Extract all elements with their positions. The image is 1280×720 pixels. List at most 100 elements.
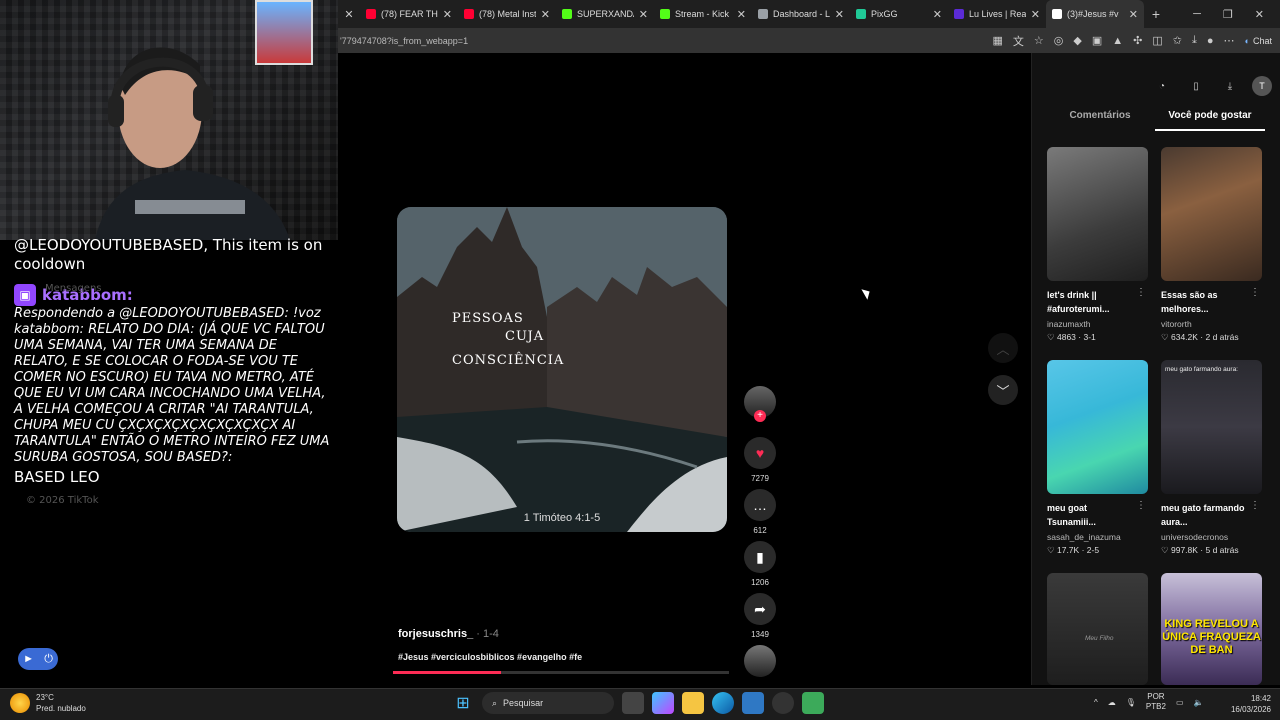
tab-close-icon[interactable]: ✕ [835,8,844,21]
card-author[interactable]: sasah_de_inazuma [1047,532,1148,542]
card-author[interactable]: universodecronos [1161,532,1262,542]
recommended-card[interactable]: meu goat Tsunamiii... ⋮ sasah_de_inazuma… [1047,360,1148,556]
obs-app-icon[interactable] [772,692,794,714]
browser-tab[interactable]: Stream - Kick Da ✕ [654,0,752,28]
previous-video-button[interactable]: ︿ [988,333,1018,363]
card-title[interactable]: meu gato farmando aura... [1161,501,1247,529]
comment-icon[interactable]: … [744,489,776,521]
user-avatar[interactable]: T [1252,76,1272,96]
tab-comments[interactable]: Comentários [1045,110,1155,131]
shield-icon[interactable]: ◆ [1073,34,1081,47]
extension-icon[interactable]: ▲ [1112,35,1123,47]
tab-close-icon[interactable]: ✕ [1031,8,1040,21]
weather-widget[interactable]: 23°C Pred. nublado [10,692,86,714]
microphone-icon[interactable]: 🎙 [1126,698,1136,707]
overlay-toggle-button[interactable]: ► ⏻ [18,648,58,670]
recommended-card[interactable]: Essas são as melhores... ⋮ vitororth ♡ 6… [1161,147,1262,343]
bookmark-icon[interactable]: ▮ [744,541,776,573]
creator-avatar-button[interactable]: + [744,386,776,422]
tab-close-icon[interactable]: ✕ [338,8,360,21]
recommended-card[interactable]: KING REVELOU A ÚNICA FRAQUEZA DE BAN [1161,573,1262,685]
browser-tab[interactable]: Lu Lives | React ✕ [948,0,1046,28]
card-title[interactable]: let's drink || #afuroterumi... [1047,288,1133,316]
download-icon[interactable]: ⤓ [1192,34,1197,47]
copilot-chat-button[interactable]: ◐ Chat [1245,36,1272,46]
close-window-icon[interactable]: ✕ [1255,8,1264,21]
extension-icon[interactable]: ◎ [1054,34,1064,47]
favorite-star-icon[interactable]: ☆ [1034,34,1044,47]
heart-icon[interactable]: ♥ [744,437,776,469]
video-progress-bar[interactable] [393,671,729,674]
more-options-icon[interactable]: ⋮ [1136,287,1146,298]
author-name[interactable]: forjesuschris_ [398,628,473,640]
comment-action[interactable]: … 612 [744,489,776,535]
task-view-icon[interactable] [622,692,644,714]
puzzle-icon[interactable]: ✣ [1133,34,1142,47]
card-thumbnail[interactable]: meu gato farmando aura: [1161,360,1262,494]
app-icon[interactable]: ▦ [993,34,1003,47]
browser-tab[interactable]: (78) Metal Instru ✕ [458,0,556,28]
file-explorer-icon[interactable] [682,692,704,714]
card-author[interactable]: inazumaxth [1047,319,1148,329]
favorites-icon[interactable]: ✩ [1173,34,1182,47]
music-disc[interactable] [744,645,776,677]
browser-tab[interactable]: (78) FEAR THE C ✕ [360,0,458,28]
clock[interactable]: 18:42 16/03/2026 [1225,693,1271,715]
split-screen-icon[interactable]: ◫ [1152,34,1162,47]
download-icon[interactable]: ⤓ [1218,76,1242,96]
cloud-sync-icon[interactable]: ☁ [1108,698,1116,707]
compass-icon[interactable]: ◔ [1150,76,1174,96]
recommended-card[interactable]: meu gato farmando aura: meu gato farmand… [1161,360,1262,556]
tab-close-icon[interactable]: ✕ [1129,8,1138,21]
network-icon[interactable]: ▭ [1176,698,1184,707]
more-icon[interactable]: ⋯ [1224,34,1235,47]
translate-icon[interactable]: 文 [1013,33,1024,49]
language-indicator[interactable]: POR PTB2 [1146,692,1166,712]
card-author[interactable]: vitororth [1161,319,1262,329]
card-title[interactable]: meu goat Tsunamiii... [1047,501,1133,529]
new-tab-button[interactable]: + [1144,6,1168,22]
tab-close-icon[interactable]: ✕ [541,8,550,21]
share-icon[interactable]: ➦ [744,593,776,625]
card-thumbnail[interactable]: KING REVELOU A ÚNICA FRAQUEZA DE BAN [1161,573,1262,685]
card-thumbnail[interactable]: Meu Filho [1047,573,1148,685]
restore-icon[interactable]: ❐ [1223,8,1233,21]
tab-close-icon[interactable]: ✕ [639,8,648,21]
video-author[interactable]: forjesuschris_ · 1-4 [398,628,499,640]
profile-icon[interactable]: ● [1207,35,1214,47]
card-title[interactable]: Essas são as melhores... [1161,288,1247,316]
taskbar-search[interactable]: ⌕ Pesquisar [482,692,614,714]
card-thumbnail[interactable] [1047,360,1148,494]
volume-icon[interactable]: 🔈 [1194,698,1204,707]
chevron-up-icon[interactable]: ^ [1094,698,1098,707]
more-options-icon[interactable]: ⋮ [1136,500,1146,511]
url-text[interactable]: '779474708?is_from_webapp=1 [338,36,468,46]
save-action[interactable]: ▮ 1206 [744,541,776,587]
like-action[interactable]: ♥ 7279 [744,437,776,483]
music-disc-icon[interactable] [744,645,776,677]
follow-plus-icon[interactable]: + [754,410,766,422]
tab-close-icon[interactable]: ✕ [933,8,942,21]
more-options-icon[interactable]: ⋮ [1250,287,1260,298]
extension-icon[interactable]: ▣ [1092,34,1102,47]
tab-close-icon[interactable]: ✕ [443,8,452,21]
card-thumbnail[interactable] [1047,147,1148,281]
tab-you-may-like[interactable]: Você pode gostar [1155,110,1265,131]
game-app-icon[interactable] [802,692,824,714]
windows-start-icon[interactable]: ⊞ [452,692,474,714]
video-hashtags[interactable]: #Jesus #verciculosbiblicos #evangelho #f… [398,652,582,662]
edge-browser-icon[interactable] [712,692,734,714]
recommended-card[interactable]: Meu Filho [1047,573,1148,685]
minimize-icon[interactable]: ─ [1193,8,1201,21]
video-player[interactable]: PESSOAS CUJA CONSCIÊNCIA 1 Timóteo 4:1-5 [397,207,727,532]
copilot-app-icon[interactable] [652,692,674,714]
card-thumbnail[interactable] [1161,147,1262,281]
share-action[interactable]: ➦ 1349 [744,593,776,639]
browser-tab[interactable]: Dashboard - Live ✕ [752,0,850,28]
browser-tab[interactable]: SUPERXANDAO ✕ [556,0,654,28]
browser-tab[interactable]: PixGG ✕ [850,0,948,28]
browser-tab[interactable]: (3)#Jesus #v ✕ [1046,0,1144,28]
recommended-card[interactable]: let's drink || #afuroterumi... ⋮ inazuma… [1047,147,1148,343]
next-video-button[interactable]: ﹀ [988,375,1018,405]
phone-icon[interactable]: ▯ [1184,76,1208,96]
